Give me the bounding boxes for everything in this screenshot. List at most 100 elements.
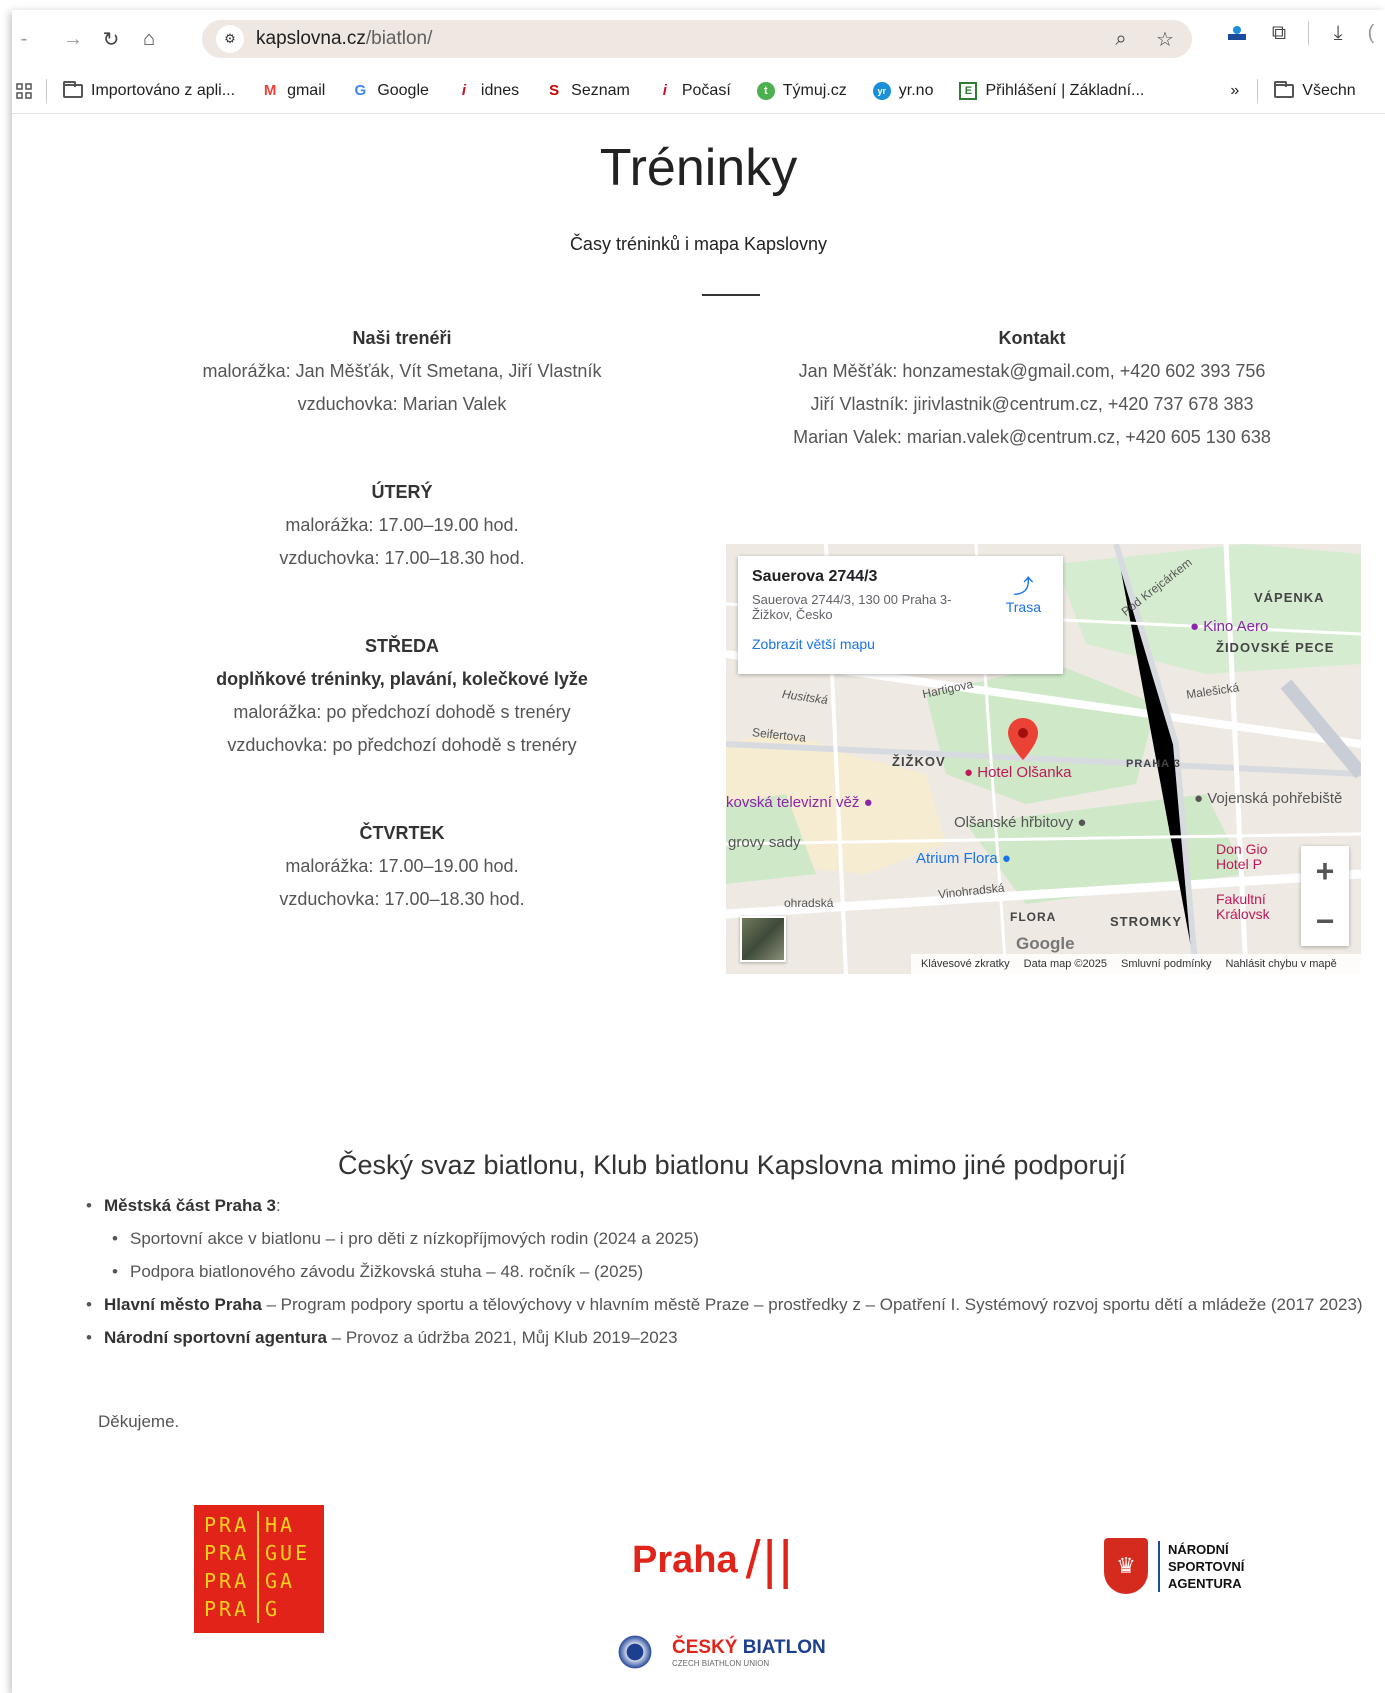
map-poi-label[interactable]: Fakultní Královsk <box>1216 892 1276 922</box>
address-bar[interactable]: ⚙ kapslovna.cz/biatlon/ ⌕ ☆ <box>202 20 1192 58</box>
bookmarks-divider <box>1257 78 1259 103</box>
logo-text: SPORTOVNÍ <box>1168 1558 1245 1574</box>
bookmark-label: Přihlášení | Základní... <box>985 81 1145 99</box>
home-icon[interactable]: ⌂ <box>130 20 168 58</box>
bookmark-yr[interactable]: yr yr.no <box>872 81 933 100</box>
list-item: Podpora biatlonového závodu Žižkovská st… <box>82 1255 1382 1288</box>
pocasi-icon: i <box>662 82 667 99</box>
map-poi-label[interactable]: Olšanské hřbitovy ● <box>954 814 1086 831</box>
forward-arrow-icon[interactable]: → <box>54 20 92 58</box>
google-map-embed[interactable]: VÁPENKA ● Kino Aero ŽIDOVSKÉ PECE Pod Kr… <box>726 544 1361 974</box>
praha-prague-logo[interactable]: PRA HA PRA GUE PRA GA PRA G <box>194 1505 324 1633</box>
bookmark-star-icon[interactable]: ☆ <box>1152 26 1178 52</box>
map-data-credit: Data map ©2025 <box>1023 958 1107 970</box>
site-settings-icon[interactable]: ⚙ <box>216 25 244 53</box>
map-info-card: Sauerova 2744/3 Sauerova 2744/3, 130 00 … <box>738 556 1063 674</box>
seznam-icon: S <box>549 82 560 99</box>
logo-text: ČESKÝ <box>672 1636 738 1658</box>
extensions-icon[interactable]: ⧉ <box>1266 20 1292 46</box>
supporter-name: Městská část Praha 3 <box>104 1196 276 1215</box>
czech-biathlon-logo[interactable]: ČESKÝ BIATLON CZECH BIATHLON UNION <box>616 1633 826 1671</box>
praha-city-logo[interactable]: Praha /|| <box>632 1529 795 1591</box>
logo-text: AGENTURA <box>1168 1575 1242 1591</box>
map-poi-label[interactable]: ● Vojenská pohřebiště <box>1194 790 1342 807</box>
map-poi-label[interactable]: Atrium Flora ● <box>916 850 1011 867</box>
more-bookmarks-button[interactable]: » <box>1230 82 1239 100</box>
map-poi-label[interactable]: ● Kino Aero <box>1190 618 1268 635</box>
map-label: PRAHA 3 <box>1126 758 1181 770</box>
bookmark-tymuj[interactable]: t Týmuj.cz <box>756 81 847 100</box>
tower-icon: ● <box>863 794 873 811</box>
bookmark-label: idnes <box>480 81 520 99</box>
url-text[interactable]: kapslovna.cz/biatlon/ <box>256 28 432 50</box>
back-arrow-icon[interactable]: ‐ <box>12 20 36 58</box>
contact-line: Jan Měšťák: honzamestak@gmail.com, +420 … <box>798 361 1266 381</box>
thanks-text: Děkujeme. <box>98 1412 180 1431</box>
idnes-icon: i <box>461 82 466 99</box>
all-bookmarks-label: Všechn <box>1302 81 1356 99</box>
map-label: ŽIDOVSKÉ PECE <box>1216 640 1335 655</box>
bookmark-imported-folder[interactable]: Importováno z apli... <box>63 80 235 100</box>
logo-text: Praha <box>632 1538 738 1581</box>
zoom-icon[interactable]: ⌕ <box>1108 26 1134 52</box>
schedule-line: vzduchovka: 17.00–18.30 hod. <box>279 889 525 909</box>
nsa-logo[interactable]: ♛ NÁRODNÍ SPORTOVNÍ AGENTURA <box>1104 1538 1244 1594</box>
map-label: STROMKY <box>1110 914 1182 929</box>
view-larger-map-link[interactable]: Zobrazit větší mapu <box>752 636 1049 652</box>
bookmark-label: gmail <box>287 81 326 99</box>
zoom-out-button[interactable]: − <box>1301 896 1349 946</box>
yr-icon: yr <box>872 81 891 100</box>
bookmark-seznam[interactable]: S Seznam <box>545 82 630 100</box>
tymuj-icon: t <box>756 81 775 100</box>
location-pin-icon[interactable] <box>1008 718 1038 760</box>
logo-text: NÁRODNÍ <box>1168 1541 1229 1557</box>
zoom-in-button[interactable]: + <box>1301 846 1349 896</box>
shopping-icon: ● <box>1001 850 1011 867</box>
bookmark-idnes[interactable]: i idnes <box>455 82 519 100</box>
logo-text: BIATLON <box>742 1636 826 1658</box>
csob-extension-icon[interactable] <box>1224 20 1250 46</box>
map-zoom-controls: + − <box>1301 846 1349 946</box>
bookmark-gmail[interactable]: Mgmail <box>261 82 325 100</box>
download-icon[interactable]: ⤓ <box>1325 20 1351 46</box>
logo-text: HA <box>265 1513 296 1537</box>
bookmark-login[interactable]: E Přihlášení | Základní... <box>959 81 1145 100</box>
map-poi-label[interactable]: ● Hotel Olšanka <box>964 764 1071 781</box>
supporters-list: Městská část Praha 3: Sportovní akce v b… <box>82 1189 1382 1354</box>
logo-slashes: /|| <box>745 1530 795 1590</box>
map-poi-label[interactable]: Don Gio Hotel P <box>1216 842 1276 872</box>
map-poi-label[interactable]: kovská televizní věž ● <box>726 794 873 811</box>
schedule-line: malorážka: po předchozí dohodě s trenéry <box>233 702 571 722</box>
wednesday-section: STŘEDA doplňkové tréninky, plavání, kole… <box>152 630 652 762</box>
directions-icon: ⤴ <box>1013 576 1034 598</box>
bookmarks-bar: Importováno z apli... Mgmail G Google i id… <box>12 68 1385 114</box>
title-divider <box>702 294 760 296</box>
directions-label: Trasa <box>1005 599 1041 615</box>
keyboard-shortcuts-link[interactable]: Klávesové zkratky <box>921 958 1010 970</box>
contact-heading: Kontakt <box>998 328 1066 348</box>
list-item: Hlavní město Praha – Program podpory spo… <box>82 1288 1382 1321</box>
contact-line: Jiří Vlastník: jirivlastnik@centrum.cz, … <box>810 394 1254 414</box>
reload-icon[interactable]: ↻ <box>92 20 130 58</box>
satellite-layer-thumbnail[interactable] <box>740 916 786 962</box>
trainers-heading: Naši trenéři <box>352 328 452 348</box>
all-bookmarks-folder[interactable]: Všechn <box>1274 80 1356 100</box>
bookmark-google[interactable]: G Google <box>351 82 428 100</box>
bookmark-pocasi[interactable]: i Počasí <box>656 82 731 100</box>
google-icon: G <box>354 82 367 99</box>
logo-text: PRA <box>204 1539 259 1567</box>
contact-line: Marian Valek: marian.valek@centrum.cz, +… <box>793 427 1271 447</box>
map-label: ŽIŽKOV <box>892 754 946 769</box>
map-poi-text: Atrium Flora <box>916 850 998 867</box>
czech-lion-icon: ♛ <box>1104 1538 1148 1594</box>
thursday-heading: ČTVRTEK <box>359 823 445 843</box>
nsa-logo-text: NÁRODNÍ SPORTOVNÍ AGENTURA <box>1158 1540 1245 1592</box>
apps-icon[interactable] <box>16 82 32 99</box>
profile-icon[interactable]: ( <box>1367 20 1375 46</box>
trainers-line: malorážka: Jan Měšťák, Vít Smetana, Jiří… <box>202 361 602 381</box>
directions-button[interactable]: ⤴ Trasa <box>1006 570 1041 615</box>
report-error-link[interactable]: Nahlásit chybu v mapě <box>1225 958 1336 970</box>
map-poi-text: Don Gio Hotel P <box>1216 841 1268 872</box>
map-poi-text: Vojenská pohřebiště <box>1207 790 1343 807</box>
terms-link[interactable]: Smluvní podmínky <box>1121 958 1211 970</box>
